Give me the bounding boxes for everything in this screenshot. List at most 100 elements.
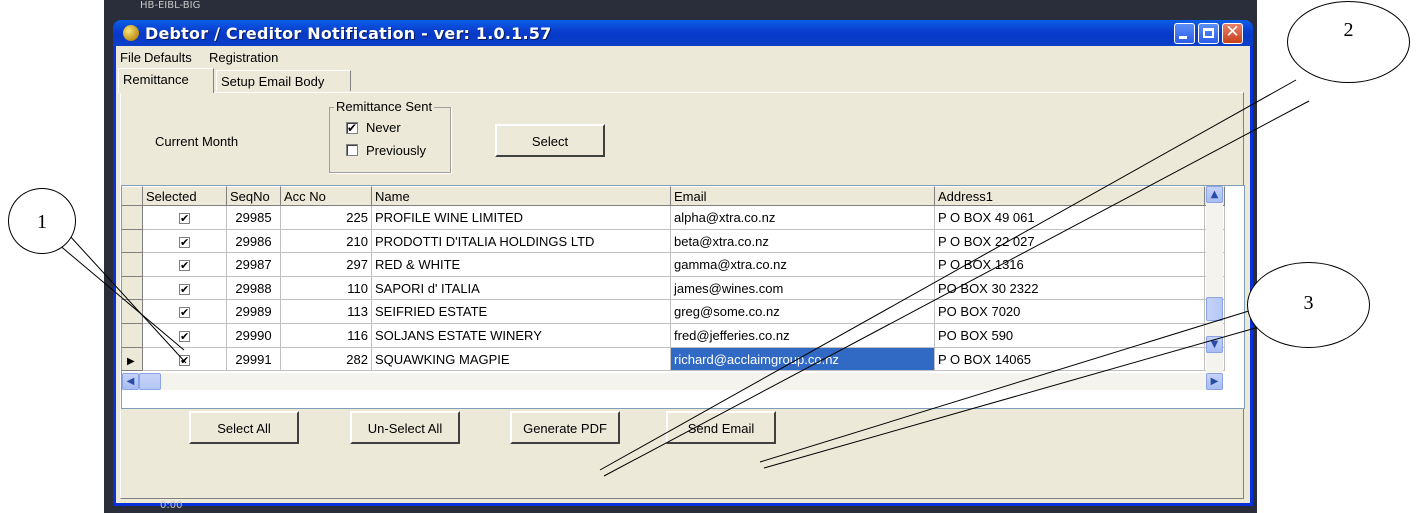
header-corner — [122, 186, 143, 206]
callout-1: 1 — [8, 188, 76, 254]
row-address1[interactable]: P O BOX 1316 — [935, 253, 1205, 277]
column-header-name[interactable]: Name — [372, 186, 671, 206]
row-indicator: ▶ — [122, 347, 143, 372]
horizontal-scroll-thumb[interactable] — [139, 373, 161, 390]
scroll-down-icon[interactable]: ▼ — [1206, 336, 1223, 353]
row-indicator — [122, 229, 143, 254]
row-accno[interactable]: 113 — [281, 300, 372, 324]
row-selected-cell[interactable]: ✔ — [143, 300, 227, 324]
scroll-up-icon[interactable]: ▲ — [1206, 186, 1223, 203]
row-address1[interactable]: PO BOX 590 — [935, 324, 1205, 348]
desktop-bottom-text: 0:00 — [160, 500, 183, 511]
row-name[interactable]: SEIFRIED ESTATE — [372, 300, 671, 324]
row-seqno[interactable]: 29988 — [227, 276, 281, 301]
column-header-accno[interactable]: Acc No — [281, 186, 372, 206]
row-name[interactable]: PROFILE WINE LIMITED — [372, 206, 671, 230]
row-seqno[interactable]: 29987 — [227, 253, 281, 277]
row-checkbox[interactable]: ✔ — [179, 236, 190, 248]
row-address1[interactable]: P O BOX 22 027 — [935, 229, 1205, 254]
row-email[interactable]: beta@xtra.co.nz — [671, 229, 935, 254]
row-name[interactable]: PRODOTTI D'ITALIA HOLDINGS LTD — [372, 229, 671, 254]
tab-setup-email-body[interactable]: Setup Email Body — [216, 70, 351, 91]
row-name[interactable]: SQUAWKING MAGPIE — [372, 347, 671, 372]
column-header-address1[interactable]: Address1 — [935, 186, 1205, 206]
row-selected-cell[interactable]: ✔ — [143, 206, 227, 230]
menu-file[interactable]: File — [120, 50, 141, 65]
row-seqno[interactable]: 29986 — [227, 229, 281, 254]
desktop-top-text: HB-EIBL-BIG — [140, 0, 201, 11]
menu-defaults[interactable]: Defaults — [144, 50, 192, 65]
row-checkbox[interactable]: ✔ — [179, 283, 190, 295]
maximize-button[interactable] — [1198, 23, 1219, 44]
group-label: Remittance Sent — [334, 99, 435, 114]
never-label: Never — [366, 120, 401, 135]
row-seqno[interactable]: 29985 — [227, 206, 281, 230]
row-checkbox[interactable]: ✔ — [179, 307, 190, 319]
select-all-button[interactable]: Select All — [189, 411, 299, 444]
row-checkbox[interactable]: ✔ — [179, 354, 190, 366]
row-selected-cell[interactable]: ✔ — [143, 229, 227, 254]
vertical-scrollbar[interactable]: ▲ ▼ — [1206, 186, 1223, 373]
row-selected-cell[interactable]: ✔ — [143, 253, 227, 277]
row-selected-cell[interactable]: ✔ — [143, 276, 227, 301]
previously-label: Previously — [366, 143, 426, 158]
row-accno[interactable]: 225 — [281, 206, 372, 230]
row-name[interactable]: SOLJANS ESTATE WINERY — [372, 324, 671, 348]
title-bar[interactable]: Debtor / Creditor Notification - ver: 1.… — [113, 20, 1253, 46]
menu-bar: File Defaults Registration — [116, 46, 1250, 68]
column-header-email[interactable]: Email — [671, 186, 935, 206]
period-label: Current Month — [155, 134, 239, 149]
previously-checkbox[interactable] — [346, 144, 358, 156]
column-header-seqno[interactable]: SeqNo — [227, 186, 281, 206]
row-accno[interactable]: 297 — [281, 253, 372, 277]
select-button[interactable]: Select — [495, 124, 605, 157]
row-seqno[interactable]: 29990 — [227, 324, 281, 348]
window-title: Debtor / Creditor Notification - ver: 1.… — [145, 24, 552, 43]
row-checkbox[interactable]: ✔ — [179, 331, 190, 343]
tab-remittance[interactable]: Remittance — [118, 68, 214, 93]
row-email[interactable]: richard@acclaimgroup.co.nz — [671, 347, 935, 372]
row-email[interactable]: greg@some.co.nz — [671, 300, 935, 324]
close-button[interactable]: ✕ — [1222, 22, 1243, 44]
row-seqno[interactable]: 29989 — [227, 300, 281, 324]
remittance-sent-group: Remittance Sent ✔ Never Previously — [329, 99, 451, 173]
row-accno[interactable]: 210 — [281, 229, 372, 254]
row-email[interactable]: james@wines.com — [671, 276, 935, 301]
row-address1[interactable]: P O BOX 14065 — [935, 347, 1205, 372]
column-header-selected[interactable]: Selected — [143, 186, 227, 206]
row-name[interactable]: RED & WHITE — [372, 253, 671, 277]
close-icon: ✕ — [1225, 22, 1240, 42]
generate-pdf-button[interactable]: Generate PDF — [510, 411, 620, 444]
row-email[interactable]: fred@jefferies.co.nz — [671, 324, 935, 348]
row-indicator — [122, 276, 143, 301]
row-checkbox[interactable]: ✔ — [179, 213, 190, 225]
row-accno[interactable]: 110 — [281, 276, 372, 301]
row-checkbox[interactable]: ✔ — [179, 260, 190, 272]
remittance-panel: Current Month Remittance Sent ✔ Never Pr… — [120, 92, 1245, 499]
row-indicator — [122, 324, 143, 348]
row-address1[interactable]: P O BOX 49 061 — [935, 206, 1205, 230]
row-name[interactable]: SAPORI d' ITALIA — [372, 276, 671, 301]
row-address1[interactable]: PO BOX 30 2322 — [935, 276, 1205, 301]
row-email[interactable]: gamma@xtra.co.nz — [671, 253, 935, 277]
scroll-right-icon[interactable]: ▶ — [1206, 373, 1223, 390]
row-indicator — [122, 253, 143, 277]
unselect-all-button[interactable]: Un-Select All — [350, 411, 460, 444]
row-seqno[interactable]: 29991 — [227, 347, 281, 372]
vertical-scroll-thumb[interactable] — [1206, 297, 1223, 321]
row-indicator — [122, 300, 143, 324]
never-checkbox[interactable]: ✔ — [346, 122, 358, 134]
remittance-grid[interactable]: Selected SeqNo Acc No Name Email Address… — [121, 185, 1245, 409]
scroll-left-icon[interactable]: ◀ — [122, 373, 139, 390]
row-accno[interactable]: 282 — [281, 347, 372, 372]
row-accno[interactable]: 116 — [281, 324, 372, 348]
horizontal-scrollbar[interactable]: ◀ ▶ — [122, 373, 1223, 390]
row-address1[interactable]: PO BOX 7020 — [935, 300, 1205, 324]
row-email[interactable]: alpha@xtra.co.nz — [671, 206, 935, 230]
tab-strip: Remittance Setup Email Body — [116, 68, 1250, 93]
row-selected-cell[interactable]: ✔ — [143, 324, 227, 348]
send-email-button[interactable]: Send Email — [666, 411, 776, 444]
menu-registration[interactable]: Registration — [209, 50, 278, 65]
row-selected-cell[interactable]: ✔ — [143, 347, 227, 372]
minimize-button[interactable] — [1174, 23, 1195, 44]
